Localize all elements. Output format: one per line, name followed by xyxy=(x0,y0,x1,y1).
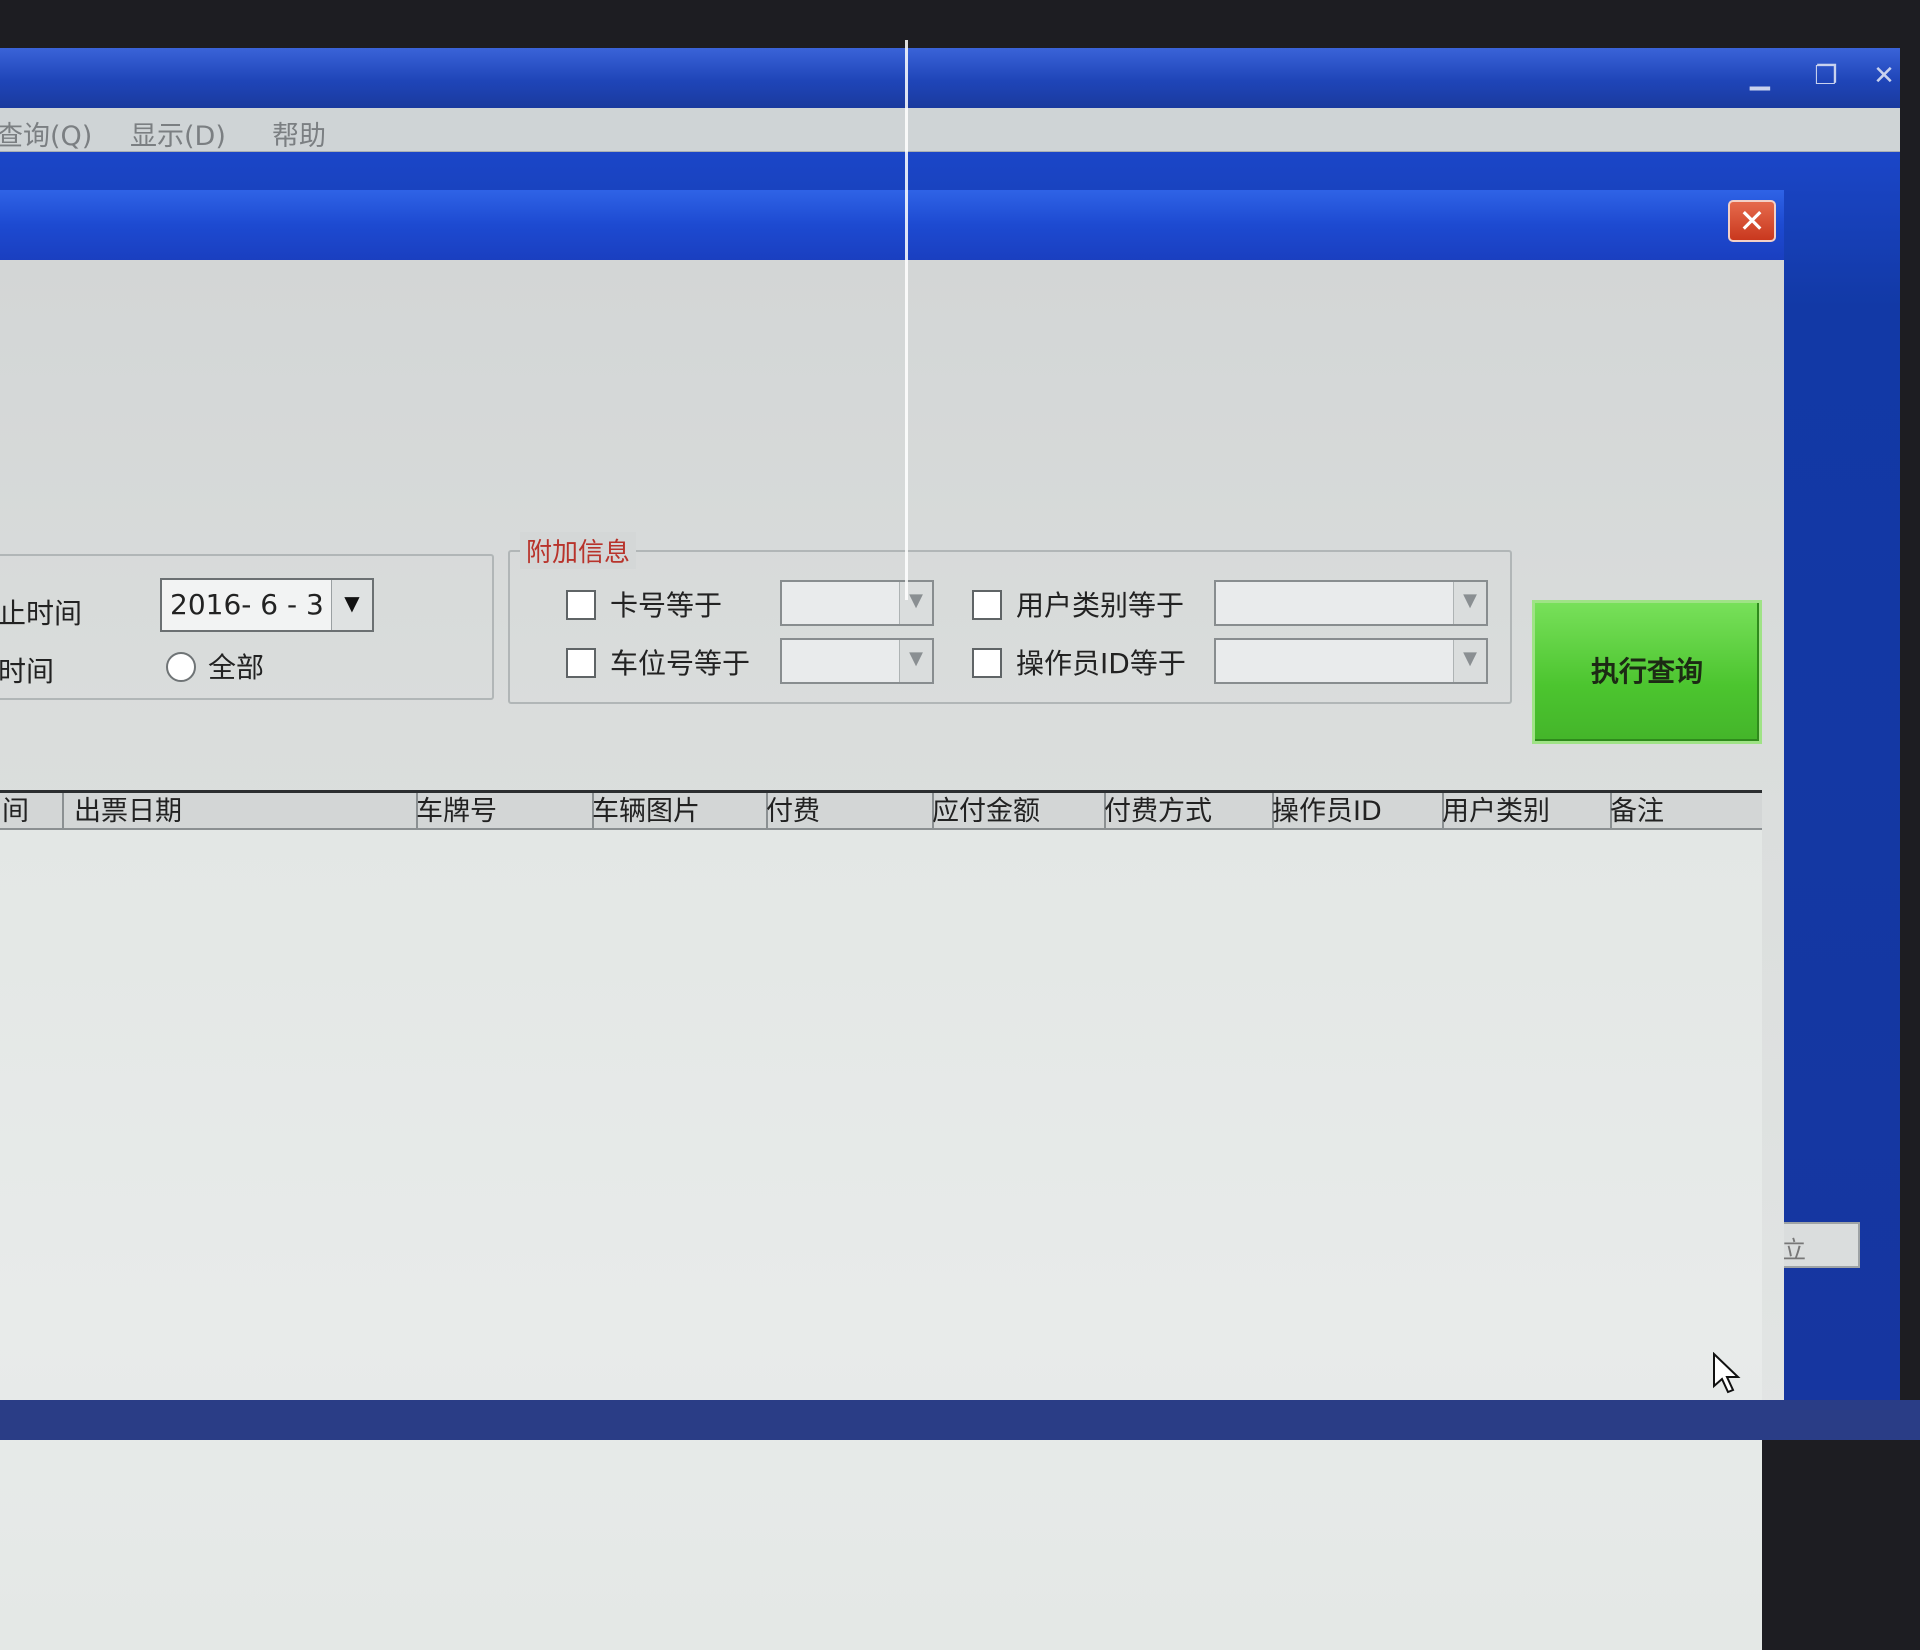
close-main-button[interactable]: ✕ xyxy=(1864,58,1904,94)
all-radio[interactable] xyxy=(166,652,196,682)
extra-info-title: 附加信息 xyxy=(520,532,637,569)
end-date-picker[interactable]: 2016- 6 - 3 ▼ xyxy=(160,578,374,632)
restore-button[interactable]: ❐ xyxy=(1806,58,1846,94)
col-head-time[interactable]: 间 xyxy=(0,793,64,833)
list-header: 间 出票日期 车牌号 车辆图片 付费 应付金额 付费方式 操作员ID 用户类别 … xyxy=(0,790,1762,833)
time-label: 时间 xyxy=(0,655,55,688)
col-head-amount-due[interactable]: 应付金额 xyxy=(918,793,1106,833)
mouse-cursor-icon xyxy=(1713,1352,1741,1394)
user-type-checkbox[interactable] xyxy=(972,590,1002,620)
col-head-plate-no[interactable]: 车牌号 xyxy=(402,793,594,833)
col-head-payment[interactable]: 付费 xyxy=(752,793,934,833)
card-no-combo[interactable]: ▼ xyxy=(780,580,934,626)
card-no-checkbox[interactable] xyxy=(566,590,596,620)
minimize-button[interactable]: ▁ xyxy=(1740,58,1780,94)
col-head-remarks[interactable]: 备注 xyxy=(1596,793,1776,833)
date-filter-group: 止时间 2016- 6 - 3 ▼ 时间 全部 xyxy=(0,554,494,700)
run-query-button[interactable]: 执行查询 xyxy=(1532,600,1762,744)
user-type-label: 用户类别等于 xyxy=(1016,589,1185,622)
side-field-text: 立 xyxy=(1782,1236,1806,1264)
operator-id-label: 操作员ID等于 xyxy=(1016,647,1186,680)
col-head-user-type[interactable]: 用户类别 xyxy=(1428,793,1612,833)
chevron-down-icon[interactable]: ▼ xyxy=(1453,640,1486,682)
screen-scanline xyxy=(905,40,908,600)
end-date-value: 2016- 6 - 3 xyxy=(170,588,324,621)
space-no-label: 车位号等于 xyxy=(610,647,751,680)
menu-bar: 查询(Q) 显示(D) 帮助 xyxy=(0,108,1900,152)
col-head-vehicle-photo[interactable]: 车辆图片 xyxy=(578,793,768,833)
operator-id-checkbox[interactable] xyxy=(972,648,1002,678)
card-no-label: 卡号等于 xyxy=(610,589,723,622)
chevron-down-icon[interactable]: ▼ xyxy=(899,640,932,682)
main-window-titlebar: ▁ ❐ ✕ xyxy=(0,48,1900,108)
end-time-label: 止时间 xyxy=(0,597,83,630)
query-dialog: ✕ 止时间 2016- 6 - 3 ▼ 时间 全部 附加信息 卡号等于 ▼ 车位… xyxy=(0,190,1784,1650)
chevron-down-icon[interactable]: ▼ xyxy=(899,582,932,624)
chevron-down-icon[interactable]: ▼ xyxy=(331,580,372,630)
extra-info-group: 附加信息 卡号等于 ▼ 车位号等于 ▼ 用户类别等于 ▼ 操作员ID等于 ▼ xyxy=(508,532,1512,704)
bottom-window-edge xyxy=(0,1400,1920,1440)
col-head-payment-method[interactable]: 付费方式 xyxy=(1090,793,1274,833)
all-radio-label: 全部 xyxy=(208,651,265,684)
chevron-down-icon[interactable]: ▼ xyxy=(1453,582,1486,624)
operator-id-combo[interactable]: ▼ xyxy=(1214,638,1488,684)
col-head-operator-id[interactable]: 操作员ID xyxy=(1258,793,1444,833)
list-body-empty[interactable] xyxy=(0,830,1762,1650)
menu-query[interactable]: 查询(Q) xyxy=(0,114,92,153)
space-no-combo[interactable]: ▼ xyxy=(780,638,934,684)
menu-help[interactable]: 帮助 xyxy=(272,114,326,153)
dialog-body: 止时间 2016- 6 - 3 ▼ 时间 全部 附加信息 卡号等于 ▼ 车位号等… xyxy=(0,260,1784,1650)
user-type-combo[interactable]: ▼ xyxy=(1214,580,1488,626)
dialog-close-button[interactable]: ✕ xyxy=(1728,200,1776,242)
space-no-checkbox[interactable] xyxy=(566,648,596,678)
col-head-ticket-date[interactable]: 出票日期 xyxy=(60,793,418,833)
menu-display[interactable]: 显示(D) xyxy=(130,114,226,153)
dialog-titlebar: ✕ xyxy=(0,190,1784,260)
side-input-field[interactable]: 立 xyxy=(1776,1222,1860,1268)
results-list[interactable]: 间 出票日期 车牌号 车辆图片 付费 应付金额 付费方式 操作员ID 用户类别 … xyxy=(0,790,1762,1650)
